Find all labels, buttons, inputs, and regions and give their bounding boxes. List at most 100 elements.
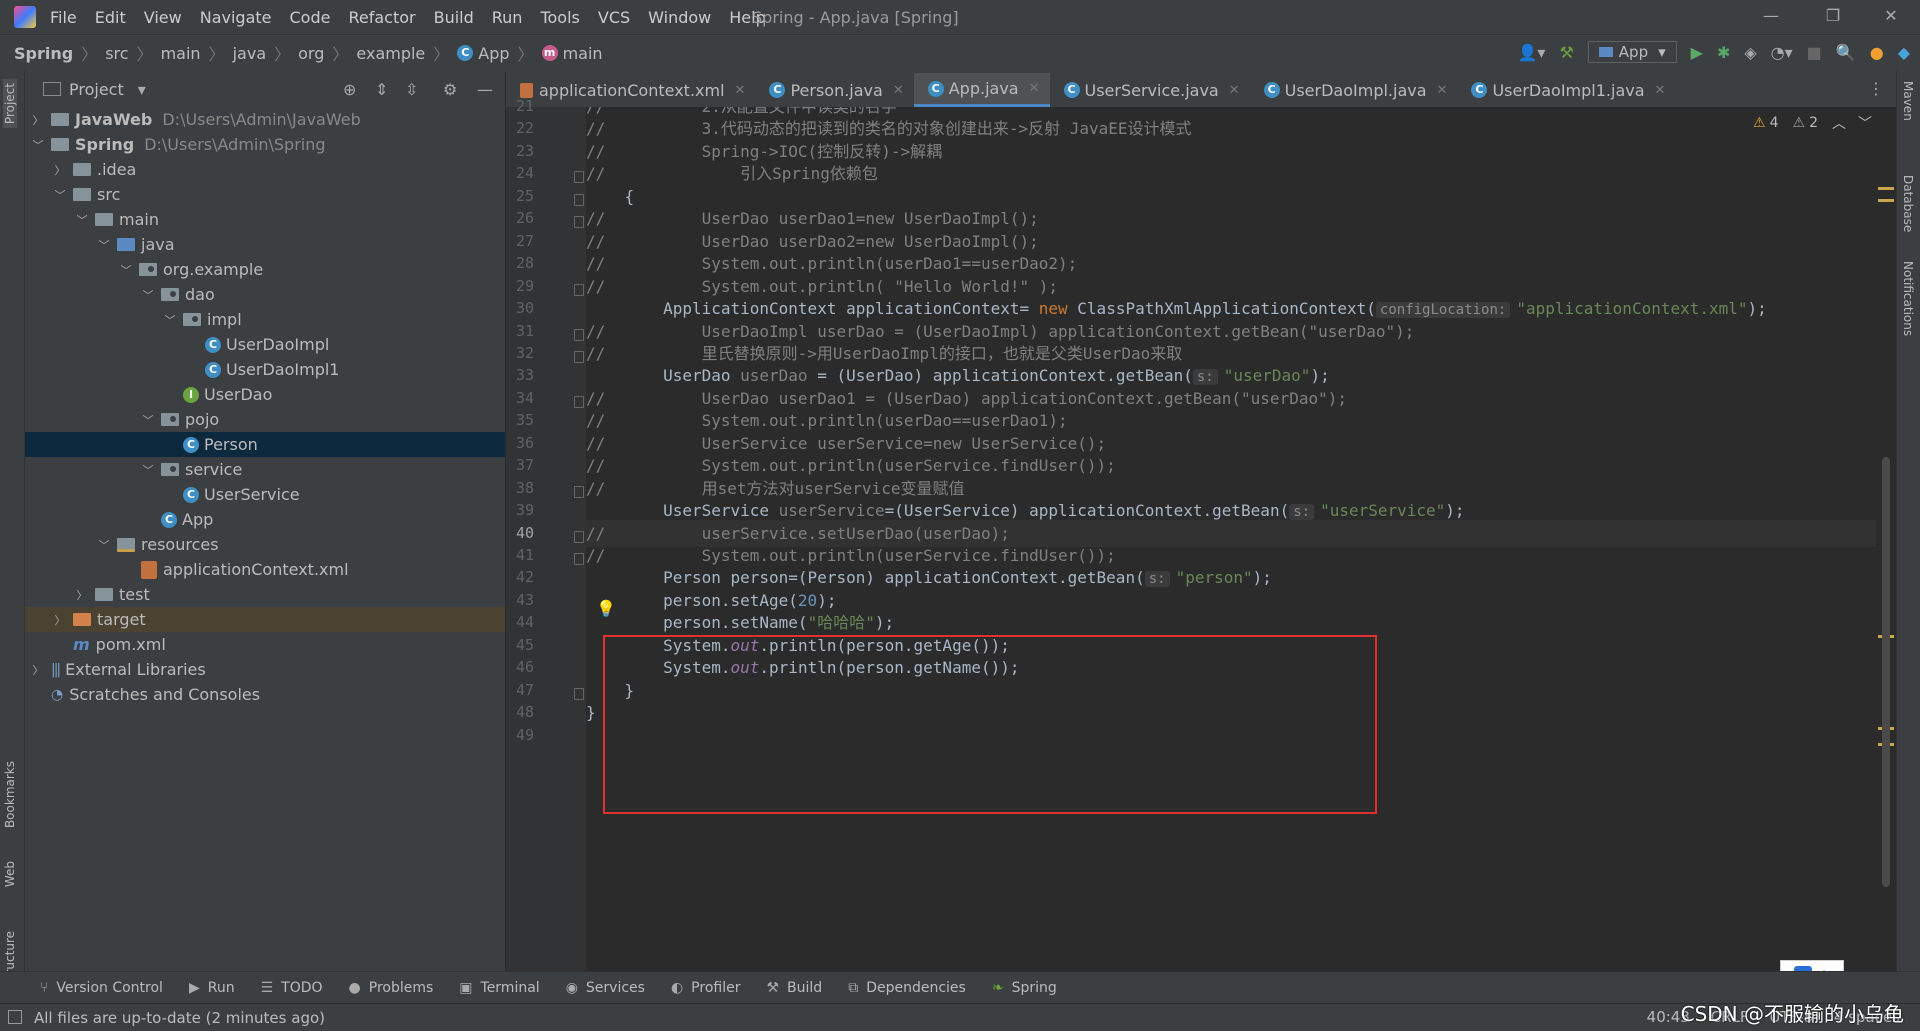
breadcrumb-project[interactable]: Spring [14, 44, 73, 63]
chevron-down-icon[interactable]: ﹀ [97, 537, 111, 553]
tree-item-userdao[interactable]: I UserDao [25, 382, 505, 407]
tab-person-java[interactable]: C Person.java ✕ [755, 73, 913, 107]
fold-marker-icon[interactable] [574, 193, 584, 206]
breadcrumb-src[interactable]: src [105, 44, 128, 63]
fold-marker-icon[interactable] [574, 395, 584, 408]
close-icon[interactable]: ✕ [893, 83, 904, 98]
chevron-down-icon[interactable]: ﹀ [141, 287, 155, 303]
warning-marker[interactable] [1878, 199, 1894, 202]
menu-file[interactable]: File [50, 8, 77, 27]
menu-view[interactable]: View [144, 8, 182, 27]
fold-marker-icon[interactable] [574, 553, 584, 565]
restore-icon[interactable]: ❐ [1818, 6, 1848, 25]
tool-spring[interactable]: ❧ Spring [992, 980, 1057, 996]
tree-item-java[interactable]: ﹀ java [25, 232, 505, 257]
chevron-down-icon[interactable]: ﹀ [75, 212, 89, 228]
tree-item-pom-xml[interactable]: m pom.xml [25, 632, 505, 657]
build-hammer-icon[interactable]: ⚒ [1559, 43, 1573, 62]
close-icon[interactable]: ✕ [1229, 83, 1240, 98]
expand-all-icon[interactable]: ⇕ [375, 80, 388, 99]
maven-tool-tab[interactable]: Maven [1901, 81, 1915, 121]
close-icon[interactable]: ✕ [1029, 81, 1040, 96]
chevron-down-icon[interactable]: ﹀ [141, 412, 155, 428]
tree-item-userdaoimpl1[interactable]: C UserDaoImpl1 [25, 357, 505, 382]
tree-item-external-libraries[interactable]: 〉 ||| External Libraries [25, 657, 505, 682]
panel-toggle-icon[interactable] [8, 1010, 22, 1024]
menu-build[interactable]: Build [434, 8, 474, 27]
update-icon[interactable]: ● [1870, 43, 1884, 62]
tab-app-java[interactable]: C App.java ✕ [913, 73, 1050, 107]
menu-edit[interactable]: Edit [95, 8, 126, 27]
run-icon[interactable]: ▶ [1691, 43, 1703, 62]
coverage-icon[interactable]: ◈ [1744, 43, 1756, 62]
tree-item-pojo[interactable]: ﹀ pojo [25, 407, 505, 432]
tree-item-applicationcontext-xml[interactable]: applicationContext.xml [25, 557, 505, 582]
tool-profiler[interactable]: ◐ Profiler [671, 980, 741, 996]
close-icon[interactable]: ✕ [1876, 6, 1906, 25]
tree-item-idea[interactable]: 〉 .idea [25, 157, 505, 182]
chevron-down-icon[interactable]: ﹀ [163, 312, 177, 328]
menu-refactor[interactable]: Refactor [348, 8, 415, 27]
run-config-selector[interactable]: App ▾ [1587, 41, 1677, 63]
error-stripe[interactable] [1876, 107, 1896, 971]
close-icon[interactable]: ✕ [1437, 83, 1448, 98]
breadcrumb-method[interactable]: main [563, 44, 603, 63]
fold-marker-icon[interactable] [574, 485, 584, 498]
tree-item-impl[interactable]: ﹀ impl [25, 307, 505, 332]
fold-marker-icon[interactable] [574, 283, 584, 296]
tool-problems[interactable]: ● Problems [349, 980, 434, 996]
chevron-right-icon[interactable]: 〉 [53, 612, 67, 628]
notifications-tool-tab[interactable]: Notifications [1901, 261, 1915, 336]
breadcrumb-example[interactable]: example [356, 44, 425, 63]
tree-item-javaweb[interactable]: 〉 JavaWeb D:\Users\Admin\JavaWeb [25, 107, 505, 132]
tree-item-org-example[interactable]: ﹀ org.example [25, 257, 505, 282]
fold-marker-icon[interactable] [574, 328, 584, 341]
jetbrains-icon[interactable]: ◆ [1898, 43, 1910, 62]
breadcrumb-java[interactable]: java [233, 44, 267, 63]
chevron-down-icon[interactable]: ﹀ [97, 237, 111, 253]
tree-item-spring[interactable]: ﹀ Spring D:\Users\Admin\Spring [25, 132, 505, 157]
code-editor[interactable]: ⚠4 ⚠2 ︿﹀ 💡 // 2.从配置文件中读类的名字// 3.代码动态的把读到… [586, 107, 1896, 971]
tab-userservice-java[interactable]: C UserService.java ✕ [1050, 73, 1250, 107]
chevron-right-icon[interactable]: 〉 [53, 162, 67, 178]
chevron-down-icon[interactable]: ﹀ [53, 187, 67, 203]
status-message[interactable]: All files are up-to-date (2 minutes ago) [34, 1009, 325, 1027]
breadcrumb-main[interactable]: main [161, 44, 201, 63]
close-icon[interactable]: ✕ [1655, 83, 1666, 98]
breadcrumb-class[interactable]: App [478, 44, 509, 63]
tree-item-scratches[interactable]: ◔ Scratches and Consoles [25, 682, 505, 707]
database-tool-tab[interactable]: Database [1901, 175, 1915, 232]
project-tool-tab[interactable]: Project [3, 79, 17, 129]
fold-marker-icon[interactable] [574, 171, 584, 184]
tree-item-person[interactable]: C Person [25, 432, 505, 457]
tool-run[interactable]: ▶ Run [189, 980, 235, 996]
warning-marker[interactable] [1878, 187, 1894, 190]
tool-services[interactable]: ◉ Services [566, 980, 645, 996]
fold-marker-icon[interactable] [574, 350, 584, 363]
tool-build[interactable]: ⚒ Build [766, 980, 822, 996]
tool-terminal[interactable]: ▣ Terminal [459, 980, 539, 996]
tree-item-main[interactable]: ﹀ main [25, 207, 505, 232]
tree-item-target[interactable]: 〉 target [25, 607, 505, 632]
fold-marker-icon[interactable] [574, 216, 584, 229]
tree-item-test[interactable]: 〉 test [25, 582, 505, 607]
locate-icon[interactable]: ⊕ [343, 80, 356, 99]
chevron-right-icon[interactable]: 〉 [75, 587, 89, 603]
bookmarks-tool-tab[interactable]: Bookmarks [3, 761, 17, 828]
chevron-right-icon[interactable]: 〉 [31, 112, 45, 128]
minimize-icon[interactable]: — [1756, 6, 1786, 25]
debug-icon[interactable]: ✱ [1717, 43, 1730, 62]
chevron-down-icon[interactable]: ﹀ [119, 262, 133, 278]
tool-todo[interactable]: ☰ TODO [261, 980, 323, 996]
close-icon[interactable]: ✕ [735, 83, 746, 98]
breadcrumb-org[interactable]: org [298, 44, 324, 63]
tab-applicationcontext-xml[interactable]: applicationContext.xml ✕ [506, 73, 755, 107]
chevron-down-icon[interactable]: ﹀ [141, 462, 155, 478]
menu-vcs[interactable]: VCS [598, 8, 630, 27]
tree-item-dao[interactable]: ﹀ dao [25, 282, 505, 307]
profile-icon[interactable]: ◔▾ [1771, 43, 1793, 62]
menu-navigate[interactable]: Navigate [200, 8, 272, 27]
user-icon[interactable]: 👤▾ [1518, 43, 1546, 62]
gear-icon[interactable]: ⚙ [443, 80, 457, 99]
search-icon[interactable]: 🔍 [1836, 43, 1856, 62]
